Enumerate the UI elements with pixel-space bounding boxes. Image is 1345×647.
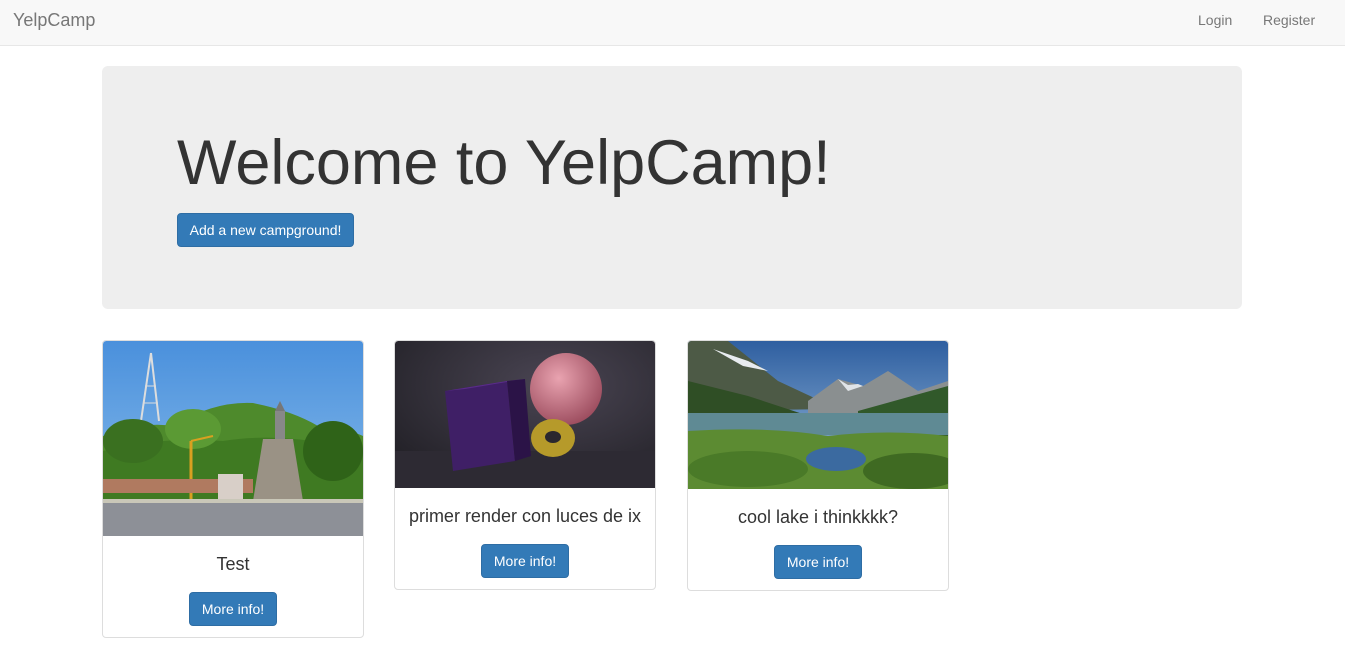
brand-link[interactable]: YelpCamp bbox=[13, 10, 95, 31]
campground-name: Test bbox=[216, 554, 250, 574]
campground-name: primer render con luces de ix bbox=[408, 506, 642, 526]
more-info-button[interactable]: More info! bbox=[481, 544, 569, 578]
campground-image[interactable] bbox=[395, 341, 655, 488]
add-campground-button[interactable]: Add a new campground! bbox=[177, 213, 354, 247]
register-link[interactable]: Register bbox=[1263, 12, 1315, 28]
navbar: YelpCamp Login Register bbox=[0, 0, 1345, 46]
more-info-button[interactable]: More info! bbox=[774, 545, 862, 579]
campground-card: primer render con luces de ix More info! bbox=[394, 340, 656, 590]
campground-image[interactable] bbox=[688, 341, 948, 489]
more-info-button[interactable]: More info! bbox=[189, 592, 277, 626]
campground-card: Test More info! bbox=[102, 340, 364, 638]
jumbotron: Welcome to YelpCamp! Add a new campgroun… bbox=[102, 66, 1242, 309]
login-link[interactable]: Login bbox=[1198, 12, 1232, 28]
campground-name: cool lake i thinkkkk? bbox=[737, 507, 899, 527]
campground-card: cool lake i thinkkkk? More info! bbox=[687, 340, 949, 591]
campground-image[interactable] bbox=[103, 341, 363, 536]
page-title: Welcome to YelpCamp! bbox=[177, 128, 831, 198]
